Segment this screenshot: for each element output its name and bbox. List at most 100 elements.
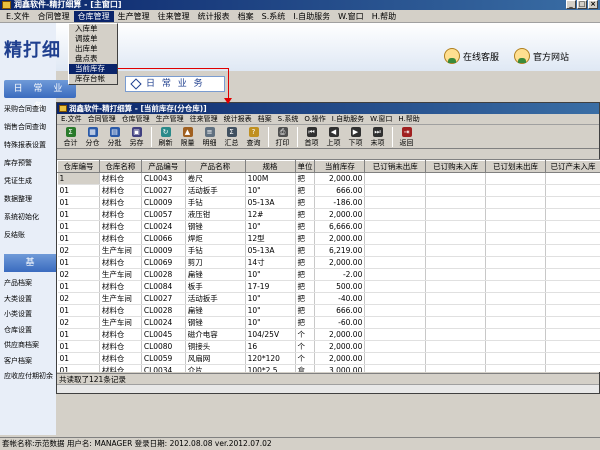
column-header[interactable]: 仓库编号 (57, 160, 100, 173)
previous-label: 上项 (326, 139, 341, 147)
online-service-link[interactable]: 在线客服 (444, 48, 499, 64)
maximize-button[interactable]: □ (577, 0, 587, 9)
table-row[interactable]: 01 材料仓 CL0045 磁介电容 104/25V 个 2,000.00 (57, 328, 600, 341)
daily-business-tab[interactable]: 日 常 业 务 (125, 76, 225, 92)
column-header[interactable]: 产品名称 (184, 160, 246, 173)
nav-item[interactable]: 大类设置 (4, 292, 56, 308)
table-row[interactable]: 01 材料仓 CL0024 钢锉 10" 把 6,666.00 (57, 220, 600, 233)
nav-item[interactable]: 产品档案 (4, 276, 56, 292)
column-header[interactable]: 已订产未入库 (544, 160, 600, 173)
menu-self-service[interactable]: I.自助服务 (329, 114, 367, 124)
nav-item[interactable]: 供应商档案 (4, 338, 56, 354)
table-row[interactable]: 01 材料仓 CL0080 铜接头 16 个 2,000.00 (57, 340, 600, 353)
menu-reports[interactable]: 统计报表 (194, 11, 234, 22)
menu-file[interactable]: E.文件 (2, 11, 34, 22)
detail-button[interactable]: ≡ 明细 (199, 127, 220, 148)
nav-item[interactable]: 数据整理 (4, 190, 56, 208)
table-row[interactable]: 01 材料仓 CL0066 焊炬 12型把 2,000.00 (57, 232, 600, 245)
menu-archive[interactable]: 档案 (255, 114, 275, 124)
first-button[interactable]: ⏮ 首项 (301, 127, 322, 148)
table-row[interactable]: 02 生产车间 CL0024 钢锉 10" 把 -60.00 (57, 316, 600, 329)
menu-system[interactable]: S.系统 (258, 11, 290, 22)
return-button[interactable]: ⇥ 返回 (396, 127, 417, 148)
menu-file[interactable]: E.文件 (58, 114, 85, 124)
horizontal-scrollbar[interactable] (57, 384, 599, 393)
menu-system[interactable]: S.系统 (275, 114, 302, 124)
dropdown-item-outbound[interactable]: 出库单 (69, 44, 117, 54)
menu-contract[interactable]: 合同管理 (34, 11, 74, 22)
table-row[interactable]: 01 材料仓 CL0059 风扇网 120*120 个 2,000.00 (57, 352, 600, 365)
nav-item[interactable]: 系统初始化 (4, 208, 56, 226)
last-button[interactable]: ⏭ 末项 (367, 127, 388, 148)
nav-item[interactable]: 客户档案 (4, 354, 56, 370)
limit-button[interactable]: ▲ 限量 (177, 127, 198, 148)
official-site-link[interactable]: 官方网站 (514, 48, 569, 64)
table-row[interactable]: 02 生产车间 CL0028 扁锉 10" 把 -2.00 (57, 268, 600, 281)
menu-help[interactable]: H.帮助 (395, 114, 422, 124)
column-header[interactable]: 单位 (294, 160, 316, 173)
table-cell: 05-13A (245, 196, 296, 209)
nav-item[interactable]: 采购合同查询 (4, 100, 56, 118)
menu-accounts[interactable]: 往来管理 (187, 114, 221, 124)
dropdown-item-transfer[interactable]: 调拨单 (69, 34, 117, 44)
stock-grid[interactable]: 仓库编号 仓库名称 产品编号 产品名称 规格 单位 当前库存 已订销未出库 已订购未入库 已订划未… (57, 159, 600, 372)
nav-item[interactable]: 销售合同查询 (4, 118, 56, 136)
summary-button[interactable]: Σ 汇总 (221, 127, 242, 148)
table-cell (485, 280, 546, 293)
column-header[interactable]: 已订购未入库 (425, 160, 487, 173)
nav-item[interactable]: 凭证生成 (4, 172, 56, 190)
menu-help[interactable]: H.帮助 (368, 11, 400, 22)
query-button[interactable]: ? 查询 (243, 127, 264, 148)
column-header[interactable]: 已订划未出库 (485, 160, 546, 173)
nav-item[interactable]: 特殊报表设置 (4, 136, 56, 154)
nav-item[interactable]: 小类设置 (4, 307, 56, 323)
nav-item[interactable]: 反结账 (4, 226, 56, 244)
dropdown-item-current-stock[interactable]: 当前库存 (69, 64, 117, 74)
menu-reports[interactable]: 统计报表 (221, 114, 255, 124)
menu-window[interactable]: W.窗口 (367, 114, 395, 124)
save-as-button[interactable]: ▣ 另存 (126, 127, 147, 148)
column-header[interactable]: 产品编号 (140, 160, 186, 173)
dropdown-item-stock-ledger[interactable]: 库存台帐 (69, 74, 117, 84)
nav-item[interactable]: 库存预警 (4, 154, 56, 172)
previous-button[interactable]: ◀ 上项 (323, 127, 344, 148)
table-row[interactable]: 02 生产车间 CL0009 手钻 05-13A 把 6,219.00 (57, 244, 600, 257)
dropdown-item-inbound[interactable]: 入库单 (69, 24, 117, 34)
split-batch-button[interactable]: ▤ 分批 (104, 127, 125, 148)
column-header[interactable]: 已订销未出库 (364, 160, 427, 173)
next-button[interactable]: ▶ 下项 (345, 127, 366, 148)
menu-contract[interactable]: 合同管理 (85, 114, 119, 124)
print-button[interactable]: ⎙ 打印 (272, 127, 293, 148)
menu-production[interactable]: 生产管理 (114, 11, 154, 22)
dropdown-item-stocktake[interactable]: 盘点表 (69, 54, 117, 64)
table-row[interactable]: 01 材料仓 CL0009 手钻 05-13A 把 -186.00 (57, 196, 600, 209)
table-row[interactable]: 01 材料仓 CL0069 剪刀 14寸把 2,000.00 (57, 256, 600, 269)
table-cell (485, 328, 546, 341)
menu-warehouse[interactable]: 仓库管理 (73, 10, 114, 22)
menu-operation[interactable]: O.操作 (301, 114, 328, 124)
column-header[interactable]: 仓库名称 (98, 160, 142, 173)
menu-window[interactable]: W.窗口 (334, 11, 368, 22)
menu-warehouse[interactable]: 仓库管理 (119, 114, 153, 124)
table-row[interactable]: 1 材料仓 CL0043 卷尺 100M 把 2,000.00 (57, 172, 600, 185)
total-button[interactable]: Σ 合计 (60, 127, 81, 148)
close-button[interactable]: × (588, 0, 598, 9)
minimize-button[interactable]: _ (566, 0, 576, 9)
nav-item[interactable]: 仓库设置 (4, 323, 56, 339)
table-cell (364, 316, 427, 329)
menu-archive[interactable]: 档案 (234, 11, 258, 22)
table-row[interactable]: 01 材料仓 CL0057 液压钳 12# 把 2,000.00 (57, 208, 600, 221)
menu-accounts[interactable]: 往来管理 (154, 11, 194, 22)
table-row[interactable]: 01 材料仓 CL0028 扁锉 10" 把 666.00 (57, 304, 600, 317)
column-header[interactable]: 规格 (244, 160, 296, 173)
table-row[interactable]: 01 材料仓 CL0027 活动扳手 10" 把 666.00 (57, 184, 600, 197)
table-row[interactable]: 02 生产车间 CL0027 活动扳手 10" 把 -40.00 (57, 292, 600, 305)
column-header[interactable]: 当前库存 (314, 160, 366, 173)
table-row[interactable]: 01 材料仓 CL0034 介片 100*2.5 盒 3,000.00 (57, 364, 600, 372)
nav-item[interactable]: 应收应付期初余 (4, 369, 56, 385)
refresh-button[interactable]: ↻ 刷新 (155, 127, 176, 148)
menu-self-service[interactable]: I.自助服务 (289, 11, 334, 22)
table-row[interactable]: 01 材料仓 CL0084 板手 17-19 把 500.00 (57, 280, 600, 293)
menu-production[interactable]: 生产管理 (153, 114, 187, 124)
split-warehouse-button[interactable]: ▦ 分仓 (82, 127, 103, 148)
